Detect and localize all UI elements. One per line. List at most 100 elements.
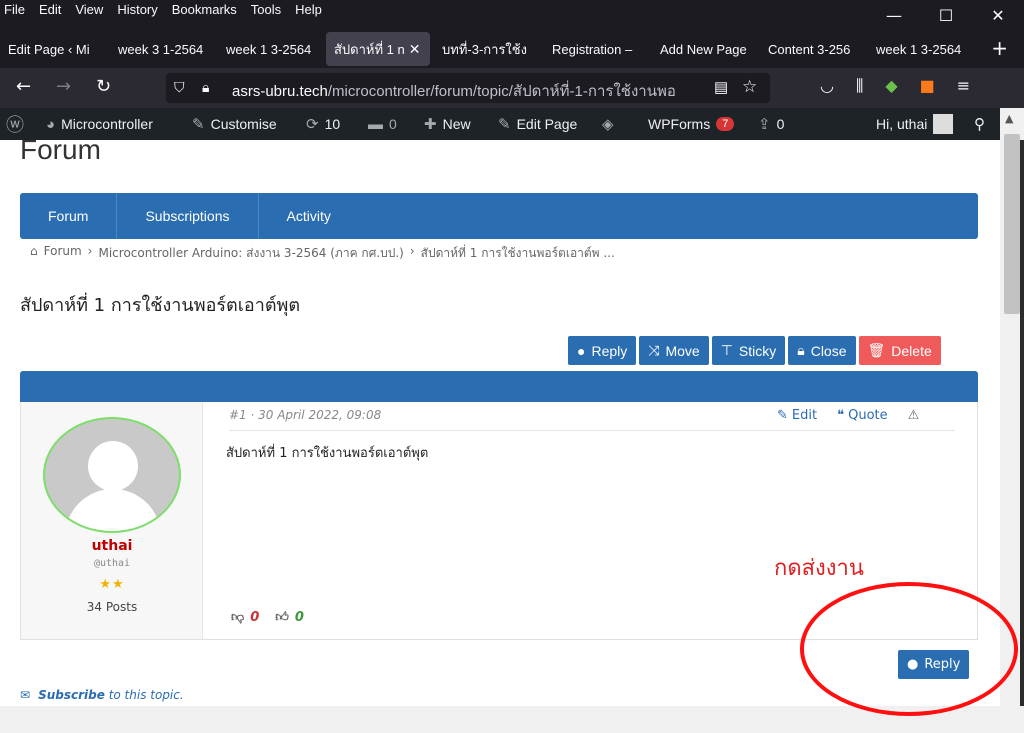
back-icon[interactable]: ← [16, 76, 31, 97]
breadcrumb-topic: สัปดาห์ที่ 1 การใช้งานพอร์ตเอาต์พ ... [420, 246, 615, 260]
wp-logo-icon[interactable]: ⓦ [6, 108, 24, 140]
reader-view-icon[interactable]: ▤ [714, 78, 728, 96]
post-header-bar [20, 371, 978, 402]
nav-subscriptions[interactable]: Subscriptions [117, 193, 259, 239]
wp-updates-link[interactable]: ⟳ 10 [306, 108, 340, 140]
post-divider [229, 430, 955, 431]
edit-label: Edit [791, 408, 818, 423]
report-warning-icon[interactable]: ⚠ [908, 408, 920, 423]
upvote-button[interactable]: 👍︎ 0 [275, 610, 304, 625]
wp-account-link[interactable]: Hi, uthai [876, 108, 954, 140]
shield-icon[interactable]: ⛉ [174, 79, 185, 96]
maximize-button[interactable]: ☐ [920, 0, 972, 30]
close-window-button[interactable]: ✕ [972, 0, 1024, 30]
menu-view[interactable]: View [75, 2, 103, 17]
author-name[interactable]: uthai [21, 538, 203, 554]
reply-button[interactable]: ● Reply [568, 336, 637, 365]
lock-icon[interactable]: 🔒︎ [202, 79, 209, 96]
reload-icon[interactable]: ↻ [96, 76, 111, 97]
pocket-icon[interactable]: ◡ [820, 76, 834, 96]
brush-icon: ✎ [192, 116, 205, 133]
menu-file[interactable]: File [4, 2, 25, 17]
menu-tools[interactable]: Tools [251, 2, 281, 17]
menu-help[interactable]: Help [295, 2, 322, 17]
nav-activity[interactable]: Activity [259, 193, 359, 239]
wp-plugin-icon[interactable]: ◈ [602, 108, 614, 140]
upvote-count: 0 [294, 610, 304, 625]
tab-active-topic[interactable]: สัปดาห์ที่ 1 n ✕ [326, 32, 430, 66]
tab-edit-page[interactable]: Edit Page ‹ Mi [0, 32, 104, 66]
downvote-button[interactable]: 👎︎ 0 [231, 610, 259, 625]
menu-icon[interactable]: ≡ [957, 76, 970, 96]
pencil-icon: ✎ [777, 408, 788, 423]
post-meta[interactable]: #1 · 30 April 2022, 09:08 [229, 408, 381, 422]
bookmark-star-icon[interactable]: ☆ [742, 77, 757, 97]
move-button[interactable]: ⤨ Move [639, 336, 709, 365]
tab-label: week 3 1-2564 [118, 41, 204, 57]
tab-close-icon[interactable]: ✕ [409, 41, 421, 58]
tab-content[interactable]: Content 3-256 [760, 32, 864, 66]
window-edge [1020, 140, 1024, 706]
wp-search-icon[interactable]: ⚲ [974, 108, 985, 140]
wp-new-link[interactable]: ✚ New [424, 108, 471, 140]
menu-edit[interactable]: Edit [39, 2, 61, 17]
menu-bookmarks[interactable]: Bookmarks [172, 2, 237, 17]
close-topic-button[interactable]: 🔒︎ Close [788, 336, 856, 365]
delete-button[interactable]: 🗑︎ Delete [858, 336, 941, 365]
wp-edit-page-label: Edit Page [516, 116, 578, 132]
quote-post-link[interactable]: ❝ Quote [837, 408, 888, 423]
wp-wpforms-link[interactable]: WPForms 7 [648, 108, 735, 140]
url-bar[interactable]: ⛉ 🔒︎ asrs-ubru.tech/microcontroller/foru… [166, 73, 770, 103]
forward-icon[interactable]: → [56, 76, 71, 97]
wp-share-link[interactable]: ⇪ 0 [758, 108, 784, 140]
wpforms-badge: 7 [716, 117, 735, 131]
quote-icon: ❝ [837, 408, 845, 423]
breadcrumb-category[interactable]: Microcontroller Arduino: ส่งงาน 3-2564 (… [98, 244, 403, 263]
chevron-right-icon: › [87, 244, 93, 258]
shuffle-icon: ⤨ [648, 342, 660, 358]
tab-registration[interactable]: Registration – [544, 32, 648, 66]
sticky-label: Sticky [738, 342, 777, 359]
lock-icon: 🔒︎ [797, 342, 805, 358]
tab-label: Edit Page ‹ Mi [8, 41, 90, 57]
pin-icon: ⊤ [720, 342, 733, 358]
avatar-body-shape [65, 489, 161, 531]
diamond-icon: ◈ [602, 116, 614, 133]
tab-week1[interactable]: week 1 3-2564 [218, 32, 322, 66]
minimize-button[interactable]: — [868, 0, 920, 30]
wp-customise-link[interactable]: ✎ Customise [192, 108, 277, 140]
avatar[interactable] [43, 417, 181, 533]
library-icon[interactable]: ⫼ [856, 76, 863, 96]
author-post-count: 34 Posts [86, 600, 138, 614]
dashboard-icon: ◕ [46, 115, 56, 133]
url-text[interactable]: asrs-ubru.tech/microcontroller/forum/top… [232, 79, 702, 103]
tab-chapter3[interactable]: บทที่-3-การใช้ง [434, 32, 538, 66]
menu-history[interactable]: History [117, 2, 157, 17]
scroll-up-icon[interactable]: ▲ [1005, 112, 1013, 125]
annotation-circle [800, 582, 1018, 716]
subscribe-link[interactable]: ✉ Subscribe to this topic. [20, 688, 184, 702]
reply-label: Reply [591, 342, 628, 359]
post-votes: 👎︎ 0 👍︎ 0 [231, 610, 304, 625]
new-tab-icon[interactable]: + [991, 36, 1008, 60]
forum-nav: Forum Subscriptions Activity [20, 193, 978, 239]
wp-site-link[interactable]: ◕ Microcontroller [46, 108, 153, 140]
wp-comments-link[interactable]: ▬ 0 [368, 108, 397, 140]
nav-forum[interactable]: Forum [20, 193, 118, 239]
topic-title: สัปดาห์ที่ 1 การใช้งานพอร์ตเอาต์พุต [20, 295, 301, 316]
edit-post-link[interactable]: ✎ Edit [777, 408, 817, 423]
sticky-button[interactable]: ⊤ Sticky [711, 336, 786, 365]
tab-add-new-page[interactable]: Add New Page [652, 32, 756, 66]
post-links: ✎ Edit ❝ Quote ⚠ [777, 408, 919, 423]
wp-site-label: Microcontroller [61, 116, 153, 132]
tab-label: Add New Page [660, 41, 747, 57]
tab-week3[interactable]: week 3 1-2564 [110, 32, 214, 66]
scrollbar-thumb[interactable] [1004, 134, 1020, 314]
pencil-icon: ✎ [498, 116, 511, 133]
wp-edit-page-link[interactable]: ✎ Edit Page [498, 108, 577, 140]
tab-week1-b[interactable]: week 1 3-2564 [868, 32, 972, 66]
extension-icon[interactable]: ◆ [885, 76, 897, 96]
breadcrumb-forum[interactable]: Forum [44, 244, 82, 263]
addon-icon[interactable]: ■ [920, 76, 935, 96]
menu-list: File Edit View History Bookmarks Tools H… [4, 2, 322, 17]
